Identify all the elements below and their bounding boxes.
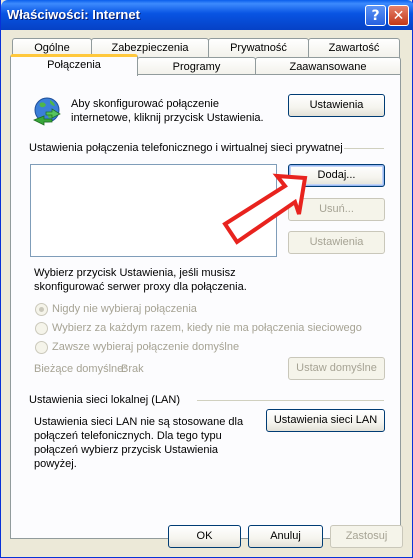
lan-text-line3: połączeń wybierz przycisk Ustawienia — [34, 444, 219, 456]
dialup-group-line — [344, 148, 384, 149]
lan-text-line1: Ustawienia sieci LAN nie są stosowane dl… — [34, 416, 244, 428]
help-button[interactable]: ? — [365, 5, 386, 26]
radio-always-dial[interactable] — [35, 341, 48, 354]
tab-programs[interactable]: Programy — [137, 57, 256, 75]
radio-never-dial[interactable] — [35, 303, 48, 316]
proxy-text-line2: skonfigurować serwer proxy dla połączeni… — [34, 281, 247, 293]
radio-whenever-label: Wybierz za każdym razem, kiedy nie ma po… — [52, 322, 362, 334]
radio-dial-whenever[interactable] — [35, 322, 48, 335]
help-icon: ? — [371, 7, 380, 24]
set-default-button[interactable]: Ustaw domyślne — [288, 357, 385, 380]
ok-button[interactable]: OK — [168, 525, 241, 548]
tab-connections[interactable]: Połączenia — [10, 54, 138, 76]
lan-settings-button[interactable]: Ustawienia sieci LAN — [266, 409, 385, 432]
dialup-group-label: Ustawienia połączenia telefonicznego i w… — [29, 142, 343, 154]
title-bar[interactable]: Właściwości: Internet ? ✕ — [1, 0, 413, 30]
close-icon: ✕ — [392, 7, 405, 24]
lan-text-line2: połączeń telefonicznych. Dla tego typu — [34, 430, 222, 442]
lan-group-label: Ustawienia sieci lokalnej (LAN) — [29, 394, 181, 406]
properties-dialog: Właściwości: Internet ? ✕ Ogólne Zabezpi… — [0, 0, 413, 558]
lan-text-line4: powyżej. — [34, 458, 77, 470]
close-button[interactable]: ✕ — [388, 5, 409, 26]
setup-text-line1: Aby skonfigurować połączenie — [71, 98, 219, 110]
tab-privacy[interactable]: Prywatność — [208, 38, 309, 58]
setup-button[interactable]: Ustawienia — [288, 94, 385, 117]
cancel-button[interactable]: Anuluj — [248, 525, 323, 548]
apply-button[interactable]: Zastosuj — [330, 525, 403, 548]
current-default-label: Bieżące domyślne: — [34, 363, 127, 375]
proxy-text-line1: Wybierz przycisk Ustawienia, jeśli musis… — [34, 267, 236, 279]
radio-always-label: Zawsze wybieraj połączenie domyślne — [52, 341, 240, 353]
setup-text-line2: internetowe, kliknij przycisk Ustawienia… — [71, 112, 264, 124]
tab-advanced[interactable]: Zaawansowane — [255, 57, 401, 75]
current-default-value: Brak — [121, 363, 144, 375]
tab-content[interactable]: Zawartość — [308, 38, 400, 58]
radio-never-label: Nigdy nie wybieraj połączenia — [52, 303, 197, 315]
network-globe-icon — [33, 97, 61, 126]
red-arrow-annotation — [222, 173, 308, 245]
lan-group-line — [197, 400, 384, 401]
window-title: Właściwości: Internet — [7, 7, 140, 22]
